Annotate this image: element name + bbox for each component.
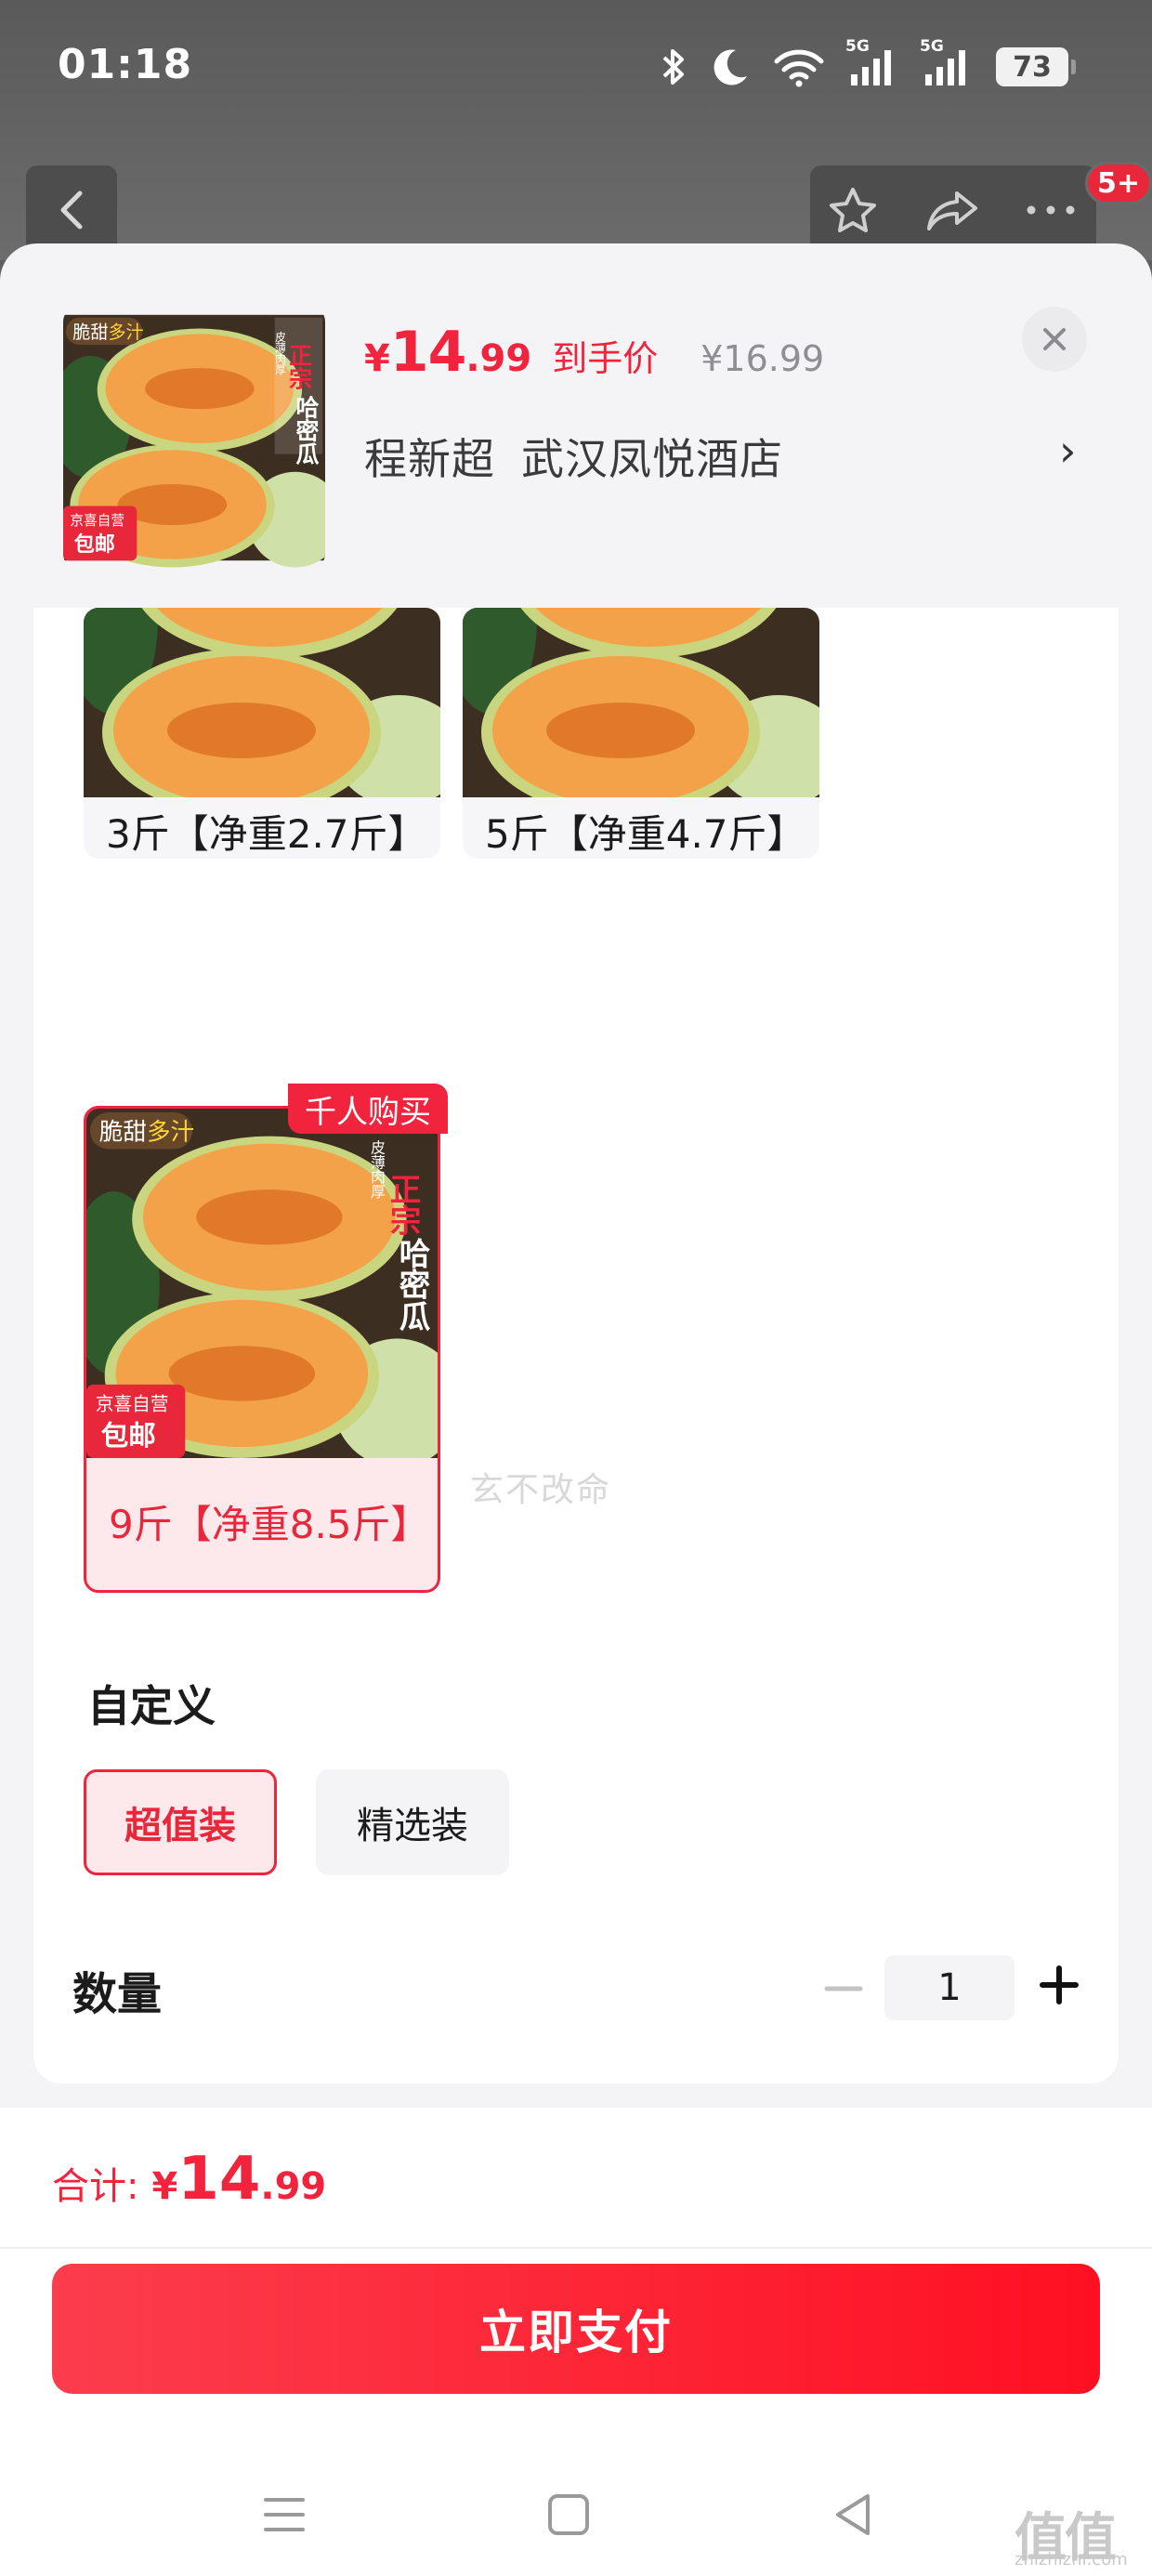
spec-image	[84, 608, 440, 816]
tag-crisp: 脆甜	[72, 322, 108, 343]
home-icon[interactable]	[535, 2481, 602, 2548]
tag-shipping: 包邮	[74, 532, 115, 557]
watermark: 玄不改命	[470, 1471, 612, 1509]
wifi-icon	[774, 49, 824, 87]
total-label: 合计:	[52, 2165, 139, 2208]
chevron-right-icon[interactable]: ›	[1059, 426, 1076, 476]
signal-icon: 5G	[920, 37, 974, 87]
share-icon[interactable]	[925, 188, 979, 234]
address-place: 武汉凤悦酒店	[521, 434, 783, 484]
tag-authentic: 正宗	[385, 1173, 421, 1235]
tag-crisp: 脆甜	[99, 1119, 147, 1147]
custom-title: 自定义	[87, 1681, 216, 1731]
sheet-header: 脆甜 多汁 正宗 哈密瓜 皮薄肉厚 京喜自营 包邮 ¥ 14 .99 到手价 ¥…	[0, 243, 1152, 606]
total-integer: 14	[177, 2145, 261, 2214]
tag-store: 京喜自营	[70, 513, 124, 529]
tag-name: 哈密瓜	[293, 395, 320, 465]
cart-badge: 5+	[1085, 162, 1152, 204]
price-decimal: .99	[465, 337, 532, 380]
close-button[interactable]	[1022, 307, 1087, 372]
pay-now-button[interactable]: 立即支付	[52, 2264, 1100, 2394]
total-currency: ¥	[151, 2165, 178, 2208]
address-name: 程新超	[364, 434, 495, 484]
price-currency: ¥	[364, 337, 390, 380]
spec-label: 9斤【净重8.5斤】	[109, 1502, 430, 1547]
tag-juicy: 多汁	[108, 322, 143, 343]
star-icon[interactable]	[827, 186, 879, 236]
back-triangle-icon[interactable]	[819, 2481, 886, 2548]
site-watermark-url: zhizhizhi.com	[1015, 2550, 1128, 2569]
original-price: ¥16.99	[700, 338, 825, 379]
status-icons: 5G 5G 73	[660, 37, 1076, 93]
tag-thin: 皮薄肉厚	[274, 331, 287, 375]
system-nav-bar	[0, 2453, 1152, 2576]
moon-icon	[713, 49, 747, 85]
more-icon[interactable]	[1024, 203, 1078, 217]
minus-icon[interactable]	[818, 1963, 870, 2015]
status-bar: 01:18 5G 5G 73	[0, 0, 1152, 139]
signal-icon: 5G	[845, 37, 899, 87]
melon-image: 脆甜 多汁 正宗 哈密瓜 皮薄肉厚 京喜自营 包邮	[63, 314, 325, 568]
total-decimal: .99	[260, 2165, 327, 2208]
bluetooth-icon	[662, 49, 684, 85]
top-actions	[810, 165, 1096, 255]
status-time: 01:18	[58, 41, 193, 88]
back-arrow-icon	[60, 191, 83, 230]
tag-shipping: 包邮	[101, 1420, 156, 1452]
spec-option[interactable]: 3斤【净重2.7斤】	[84, 608, 440, 859]
page: 01:18 5G 5G 73 5+ 脆甜 多汁 正宗 哈密瓜 皮薄肉厚 京喜自营…	[0, 0, 1152, 2576]
back-button[interactable]	[26, 165, 117, 255]
quantity-input[interactable]: 1	[884, 1955, 1015, 2020]
price-label: 到手价	[552, 338, 659, 379]
plus-icon[interactable]	[1033, 1959, 1085, 2011]
spec-option[interactable]: 5斤【净重4.7斤】	[463, 608, 819, 859]
tag-juicy: 多汁	[147, 1119, 194, 1147]
price-row: ¥ 14 .99 到手价 ¥16.99	[364, 320, 824, 394]
spec-label: 3斤【净重2.7斤】	[106, 811, 427, 857]
quantity-label: 数量	[72, 1968, 163, 2020]
price-integer: 14	[389, 320, 466, 385]
total-price: 合计: ¥ 14 .99	[52, 2145, 326, 2214]
spec-option-selected[interactable]: 脆甜 多汁 正宗 哈密瓜 皮薄肉厚 京喜自营 包邮 9斤【净重8.5斤】	[84, 1106, 440, 1593]
network-tag: 5G	[845, 37, 870, 56]
spec-badge: 千人购买	[288, 1084, 448, 1134]
menu-icon[interactable]	[251, 2481, 318, 2548]
tag-thin: 皮薄肉厚	[369, 1140, 386, 1201]
tag-name: 哈密瓜	[394, 1237, 430, 1331]
network-tag: 5G	[920, 37, 944, 56]
spec-label: 5斤【净重4.7斤】	[485, 811, 806, 857]
custom-option-selected[interactable]: 超值装	[84, 1769, 277, 1875]
total-bar: 合计: ¥ 14 .99	[0, 2108, 1152, 2249]
product-thumbnail: 脆甜 多汁 正宗 哈密瓜 皮薄肉厚 京喜自营 包邮	[63, 307, 325, 569]
tag-store: 京喜自营	[96, 1394, 169, 1415]
custom-option[interactable]: 精选装	[316, 1769, 509, 1875]
close-icon	[1043, 328, 1066, 350]
battery-icon: 73	[996, 47, 1076, 86]
spec-image	[463, 608, 819, 816]
tag-authentic: 正宗	[286, 344, 313, 390]
spec-image: 脆甜 多汁 正宗 哈密瓜 皮薄肉厚 京喜自营 包邮	[86, 1109, 438, 1467]
delivery-address[interactable]: 程新超 武汉凤悦酒店	[364, 426, 783, 487]
